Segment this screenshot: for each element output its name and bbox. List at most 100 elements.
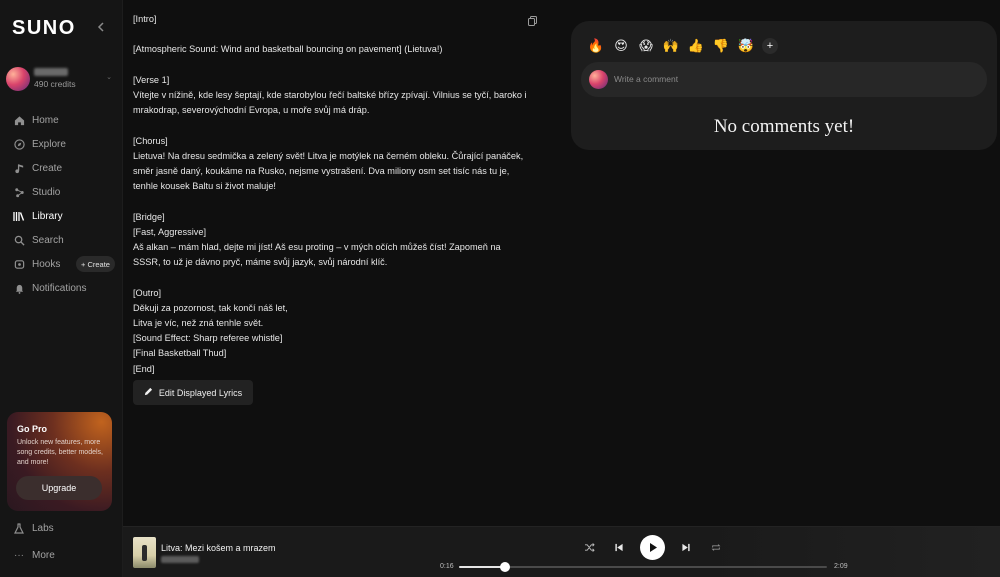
- search-icon: [13, 234, 25, 246]
- hooks-icon: [13, 258, 25, 270]
- sidebar-item-label: Search: [32, 234, 64, 246]
- play-icon: [649, 543, 657, 552]
- sidebar-item-label: Explore: [32, 138, 66, 150]
- lyric-line: [133, 58, 528, 73]
- lyric-line: [End]: [133, 363, 155, 374]
- sidebar-item-home[interactable]: Home: [0, 108, 123, 132]
- player-gradient: [700, 527, 1000, 577]
- lyric-line: Vítejte v nížině, kde lesy šeptají, kde …: [133, 89, 527, 116]
- go-pro-card: Go Pro Unlock new features, more song cr…: [7, 412, 112, 511]
- reaction-emoji-button[interactable]: 👎: [712, 37, 730, 55]
- profile-switcher[interactable]: 490 credits ⌄: [6, 66, 118, 94]
- flask-icon: [13, 523, 25, 534]
- lyric-line: [Chorus]: [133, 135, 168, 146]
- sidebar-item-more[interactable]: ··· More: [13, 550, 55, 561]
- copy-icon[interactable]: [528, 13, 537, 31]
- sidebar-item-label: Notifications: [32, 282, 87, 294]
- reaction-emoji-button[interactable]: 🔥: [587, 37, 605, 55]
- sidebar-item-label: Labs: [32, 523, 54, 534]
- reaction-bar: 🔥 😍 😱 🙌 👍 👎 🤯 +: [587, 37, 778, 55]
- play-button[interactable]: [640, 535, 665, 560]
- lyric-line: [Fast, Aggressive]: [133, 226, 207, 237]
- go-pro-description: Unlock new features, more song credits, …: [17, 439, 103, 466]
- pencil-icon: [144, 387, 153, 398]
- edit-lyrics-label: Edit Displayed Lyrics: [158, 387, 243, 398]
- sidebar-nav: Home Explore Create Studio Library Searc…: [0, 108, 123, 300]
- player-bar: Litva: Mezi košem a mrazem 0:16 2:09: [123, 526, 1000, 577]
- album-cover[interactable]: [133, 537, 156, 568]
- track-artist-blurred: [161, 556, 199, 563]
- sidebar-item-library[interactable]: Library: [0, 204, 123, 228]
- shuffle-icon[interactable]: [580, 543, 598, 552]
- sidebar-item-notifications[interactable]: Notifications: [0, 276, 123, 300]
- lyric-line: [Sound Effect: Sharp referee whistle]: [133, 333, 283, 344]
- repeat-icon[interactable]: [707, 543, 725, 552]
- sidebar-item-studio[interactable]: Studio: [0, 180, 123, 204]
- avatar: [589, 70, 608, 89]
- next-track-icon[interactable]: [677, 543, 695, 552]
- library-icon: [13, 210, 25, 222]
- sidebar-item-labs[interactable]: Labs: [13, 523, 54, 534]
- comments-panel: 🔥 😍 😱 🙌 👍 👎 🤯 + Write a comment No comments yet…: [571, 21, 997, 150]
- sidebar-item-explore[interactable]: Explore: [0, 132, 123, 156]
- reaction-emoji-button[interactable]: 🙌: [662, 37, 680, 55]
- reaction-emoji-button[interactable]: 👍: [687, 37, 705, 55]
- go-pro-title: Go Pro: [17, 424, 48, 434]
- comment-placeholder: Write a comment: [614, 74, 679, 84]
- home-icon: [13, 114, 25, 126]
- studio-icon: [13, 186, 25, 198]
- sidebar-item-label: Studio: [32, 186, 61, 198]
- chevron-down-icon: ⌄: [106, 74, 112, 81]
- more-dots-icon: ···: [14, 550, 24, 561]
- upgrade-button[interactable]: Upgrade: [16, 476, 102, 500]
- collapse-sidebar-icon[interactable]: [97, 19, 105, 35]
- lyric-line: [Atmospheric Sound: Wind and basketball …: [133, 44, 443, 55]
- username-blurred: [34, 68, 68, 76]
- lyric-line: Litva je víc, než zná tenhle svět.: [133, 317, 264, 328]
- lyric-line: [133, 194, 528, 209]
- add-reaction-button[interactable]: +: [762, 38, 778, 54]
- sidebar-item-label: Library: [32, 210, 63, 222]
- sidebar-item-hooks[interactable]: Hooks + Create: [0, 252, 123, 276]
- lyric-line: [Verse 1]: [133, 74, 170, 85]
- sidebar-item-label: Home: [32, 114, 59, 126]
- edit-lyrics-button[interactable]: Edit Displayed Lyrics: [133, 380, 253, 405]
- sidebar-item-label: Hooks: [32, 258, 61, 270]
- empty-comments-message: No comments yet!: [713, 116, 855, 137]
- sidebar-item-search[interactable]: Search: [0, 228, 123, 252]
- credits-count: 490 credits: [34, 79, 76, 89]
- hooks-create-button[interactable]: + Create: [76, 256, 115, 272]
- total-time: 2:09: [834, 563, 848, 570]
- lyric-line: Lietuva! Na dresu sedmička a zelený svět…: [133, 150, 524, 192]
- reaction-emoji-button[interactable]: 🤯: [737, 37, 755, 55]
- bell-icon: [13, 282, 25, 294]
- reaction-emoji-button[interactable]: 😍: [612, 37, 630, 55]
- lyric-line: [133, 27, 528, 42]
- compass-icon: [13, 138, 25, 150]
- lyric-line: [133, 270, 528, 285]
- progress-bar[interactable]: [459, 562, 827, 572]
- lyrics-panel: [Intro] [Atmospheric Sound: Wind and bask…: [133, 12, 528, 377]
- reaction-emoji-button[interactable]: 😱: [637, 37, 655, 55]
- music-note-icon: [13, 162, 25, 174]
- lyric-line: [133, 118, 528, 133]
- comment-input[interactable]: Write a comment: [581, 62, 987, 97]
- previous-track-icon[interactable]: [610, 543, 628, 552]
- avatar: [6, 67, 30, 91]
- sidebar-item-label: Create: [32, 162, 63, 174]
- sidebar: SUNO 490 credits ⌄ Home Explore Create S…: [0, 0, 123, 577]
- lyric-line: Aš alkan – mám hlad, dejte mi jíst! Aš e…: [133, 241, 501, 268]
- suno-logo[interactable]: SUNO: [12, 17, 76, 40]
- progress-handle[interactable]: [499, 562, 510, 572]
- sidebar-item-label: More: [32, 550, 55, 561]
- current-time: 0:16: [440, 563, 454, 570]
- lyric-line: Děkuji za pozornost, tak končí náš let,: [133, 302, 288, 313]
- lyric-line: [Bridge]: [133, 211, 165, 222]
- lyric-line: [Outro]: [133, 287, 162, 298]
- cover-figure: [142, 545, 147, 561]
- playback-controls: [580, 535, 725, 560]
- sidebar-item-create[interactable]: Create: [0, 156, 123, 180]
- lyric-line: [Intro]: [133, 14, 157, 24]
- progress-fill: [459, 566, 505, 568]
- track-title[interactable]: Litva: Mezi košem a mrazem: [161, 543, 276, 553]
